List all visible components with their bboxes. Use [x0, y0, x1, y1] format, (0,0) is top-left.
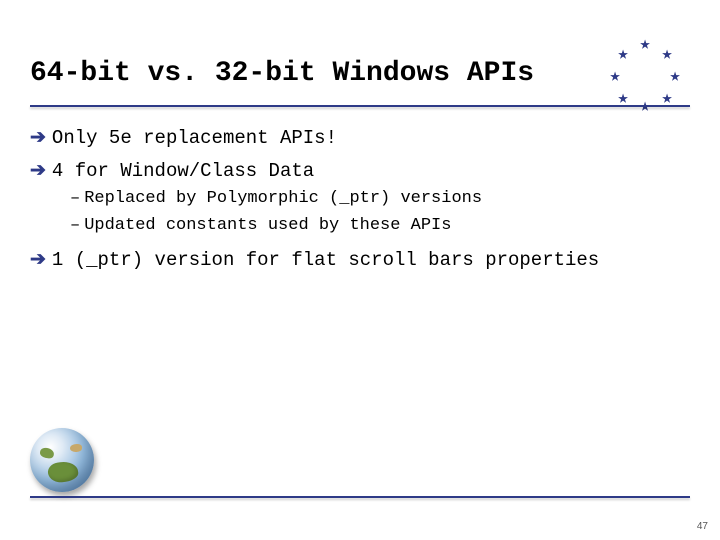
dash-icon: – [70, 186, 80, 212]
arrow-icon: ➔ [30, 246, 46, 275]
slide-title: 64-bit vs. 32-bit Windows APIs [30, 58, 534, 89]
subbullet-text: Updated constants used by these APIs [84, 213, 451, 239]
bullet-level2: – Replaced by Polymorphic (_ptr) version… [70, 186, 690, 212]
star-icon: ★ [616, 48, 630, 62]
star-ring-logo: ★ ★ ★ ★ ★ ★ ★ ★ [610, 42, 680, 112]
star-icon: ★ [608, 70, 622, 84]
arrow-icon: ➔ [30, 124, 46, 153]
star-icon: ★ [660, 48, 674, 62]
page-number: 47 [697, 521, 708, 532]
slide-content: ➔ Only 5e replacement APIs! ➔ 4 for Wind… [30, 120, 690, 275]
globe-sphere [30, 428, 94, 492]
dash-icon: – [70, 213, 80, 239]
bullet-level1: ➔ Only 5e replacement APIs! [30, 124, 690, 153]
bullet-level1: ➔ 4 for Window/Class Data [30, 157, 690, 186]
title-row: 64-bit vs. 32-bit Windows APIs [30, 58, 690, 89]
bullet-text: 4 for Window/Class Data [52, 157, 314, 186]
divider-bottom [30, 496, 690, 498]
star-icon: ★ [638, 38, 652, 52]
star-icon: ★ [638, 100, 652, 114]
bullet-level1: ➔ 1 (_ptr) version for flat scroll bars … [30, 246, 690, 275]
globe-icon [30, 428, 94, 492]
subbullet-text: Replaced by Polymorphic (_ptr) versions [84, 186, 482, 212]
globe-land [70, 444, 82, 452]
bullet-text: Only 5e replacement APIs! [52, 124, 337, 153]
bullet-level2: – Updated constants used by these APIs [70, 213, 690, 239]
divider-top [30, 105, 690, 107]
star-icon: ★ [668, 70, 682, 84]
bullet-text: 1 (_ptr) version for flat scroll bars pr… [52, 246, 599, 275]
star-icon: ★ [660, 92, 674, 106]
star-icon: ★ [616, 92, 630, 106]
slide: 64-bit vs. 32-bit Windows APIs ★ ★ ★ ★ ★… [0, 0, 720, 540]
arrow-icon: ➔ [30, 157, 46, 186]
